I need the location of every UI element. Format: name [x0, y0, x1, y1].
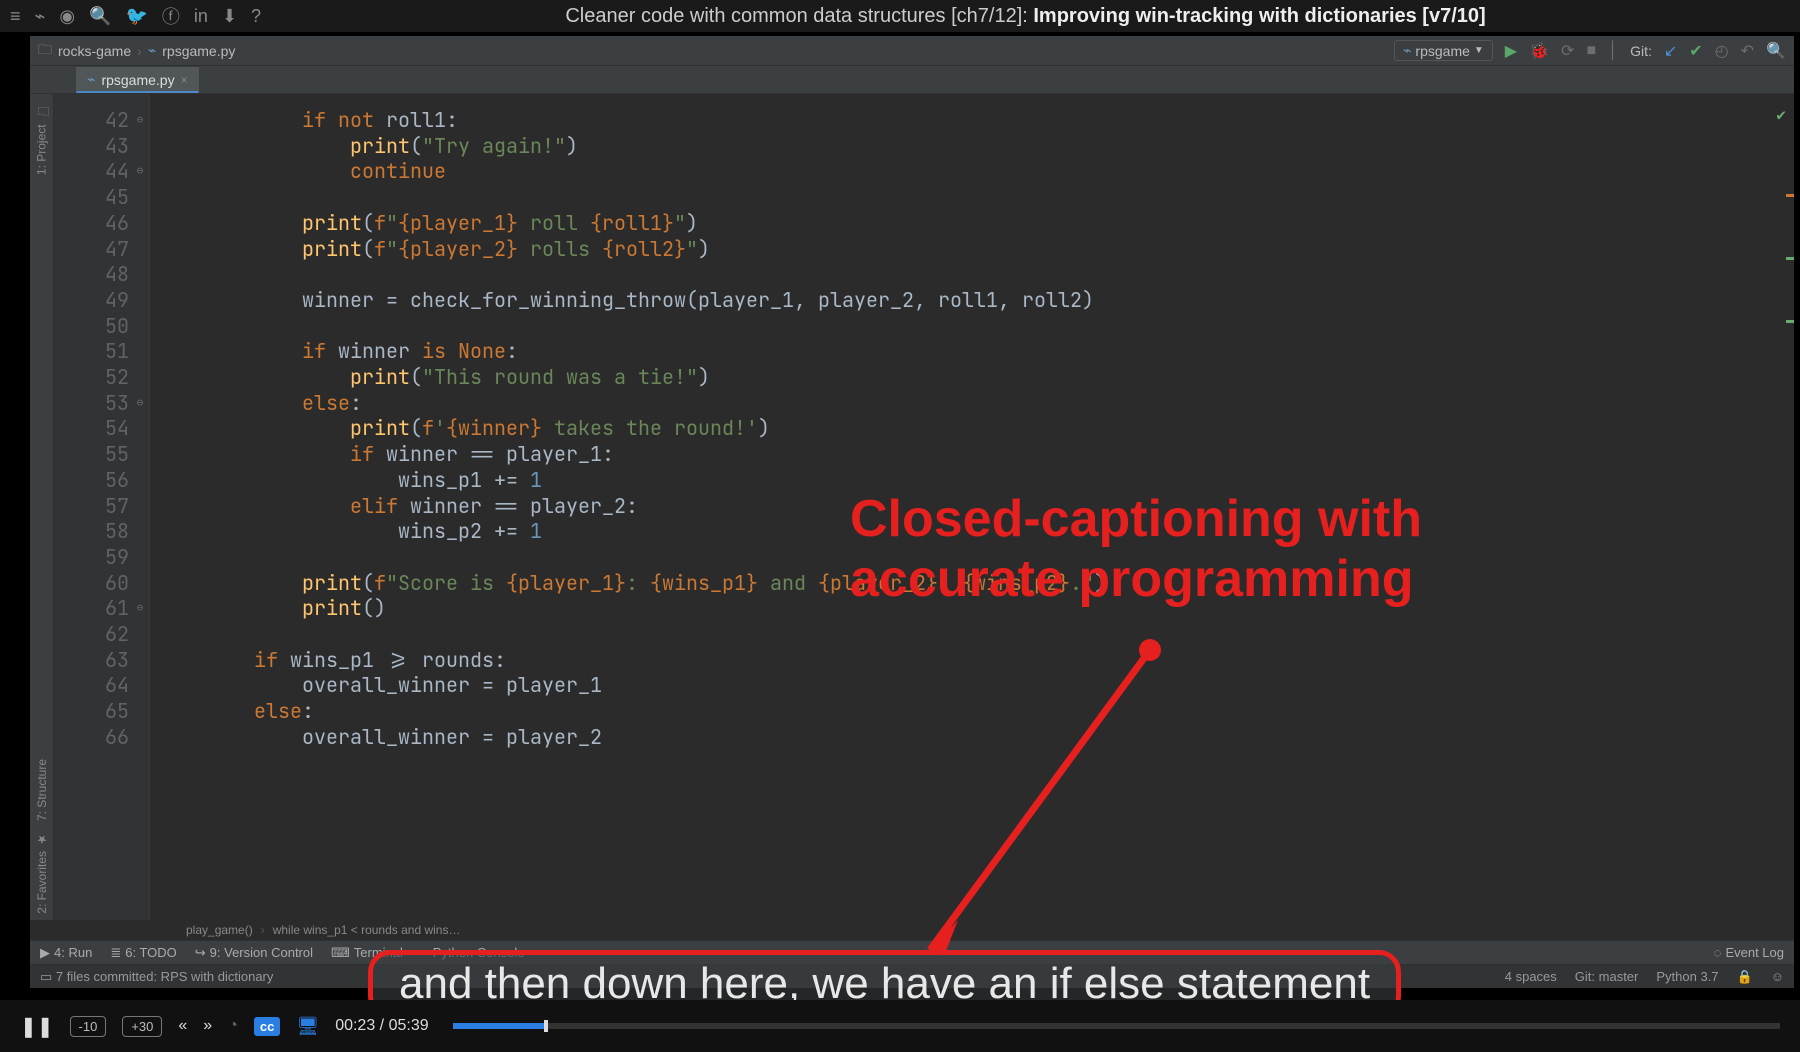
ide-window: 🗀 rocks-game › ⌁ rpsgame.py ⌁ rpsgame ▼ … — [30, 36, 1794, 988]
linkedin-icon[interactable]: in — [194, 6, 208, 27]
stop-icon[interactable]: ■ — [1586, 42, 1596, 60]
next-chapter-button[interactable]: » — [203, 1017, 212, 1035]
python-icon: ⌁ — [1403, 42, 1411, 59]
twitter-icon[interactable]: 🐦 — [126, 6, 148, 27]
tool-terminal[interactable]: ⌨ Terminal — [331, 945, 403, 961]
status-bar: ▭ 7 files committed: RPS with dictionary… — [30, 964, 1794, 988]
vcs-commit-icon[interactable]: ✔ — [1689, 41, 1702, 61]
monitor-icon[interactable]: 🖥 — [296, 1016, 319, 1037]
tool-structure[interactable]: 7: Structure — [35, 753, 49, 827]
disc-icon[interactable]: ◔ — [228, 1017, 238, 1035]
code-content[interactable]: if not roll1: print("Try again!") contin… — [150, 94, 1794, 920]
revert-icon[interactable]: ↶ — [1741, 41, 1754, 61]
python-icon: ⌁ — [87, 71, 95, 88]
search-everywhere-icon[interactable]: 🔍 — [1766, 41, 1786, 61]
chevron-right-icon: › — [261, 923, 265, 937]
tool-vcs[interactable]: ↪ 9: Version Control — [195, 945, 313, 961]
cc-toggle[interactable]: cc — [254, 1017, 280, 1036]
download-icon[interactable]: ⬇ — [222, 6, 237, 27]
titlebar-sys-icons: ≡ ⌁ ◉ 🔍 🐦 ⓕ in ⬇ ? — [10, 3, 261, 29]
tool-favorites[interactable]: 2: Favorites★ — [35, 827, 49, 920]
debug-icon[interactable]: 🐞 — [1529, 41, 1549, 61]
facebook-icon[interactable]: ⓕ — [162, 3, 180, 29]
tab-label: rpsgame.py — [101, 72, 174, 88]
run-toolbar: ⌁ rpsgame ▼ ▶ 🐞 ⟳ ■ │ Git: ↙ ✔ ◴ ↶ 🔍 — [1394, 40, 1786, 61]
pause-button[interactable]: ❚❚ — [20, 1014, 54, 1039]
vcs-update-icon[interactable]: ↙ — [1664, 41, 1677, 61]
status-branch[interactable]: Git: master — [1575, 969, 1639, 984]
breadcrumb[interactable]: 🗀 rocks-game › ⌁ rpsgame.py — [38, 39, 235, 63]
bottom-tool-bar: ▶ 4: Run ≣ 6: TODO ↪ 9: Version Control … — [30, 940, 1794, 964]
bell-icon[interactable]: ☺ — [1771, 969, 1784, 984]
error-stripe[interactable] — [1786, 194, 1794, 772]
breadcrumb-func[interactable]: play_game() — [186, 923, 253, 937]
lock-icon[interactable]: 🔒 — [1737, 969, 1753, 985]
help-icon[interactable]: ? — [251, 6, 261, 27]
chevron-right-icon: › — [137, 43, 142, 59]
github-icon[interactable]: ◉ — [59, 6, 75, 27]
git-label: Git: — [1630, 43, 1652, 59]
close-icon[interactable]: × — [181, 73, 188, 87]
course-title: Cleaner code with common data structures… — [261, 5, 1790, 28]
breadcrumb-context[interactable]: while wins_p1 < rounds and wins… — [273, 923, 461, 937]
coverage-icon[interactable]: ⟳ — [1561, 41, 1574, 61]
search-icon[interactable]: 🔍 — [89, 6, 111, 27]
status-indent[interactable]: 4 spaces — [1505, 969, 1557, 984]
status-notifications-icon[interactable]: ▭ — [40, 969, 52, 984]
status-interpreter[interactable]: Python 3.7 — [1656, 969, 1718, 984]
code-editor[interactable]: 4243444546474849505152535455565758596061… — [54, 94, 1794, 920]
breadcrumb-folder[interactable]: rocks-game — [58, 43, 131, 59]
divider: │ — [1608, 42, 1618, 60]
python-file-icon: ⌁ — [148, 42, 156, 59]
timecode: 00:23 / 05:39 — [335, 1017, 428, 1035]
inspection-ok-icon[interactable]: ✔ — [1776, 102, 1786, 128]
pin-icon[interactable]: ⌁ — [35, 6, 46, 27]
back-10-button[interactable]: -10 — [70, 1016, 107, 1037]
run-icon[interactable]: ▶ — [1505, 41, 1517, 61]
folder-icon: 🗀 — [38, 39, 52, 63]
history-icon[interactable]: ◴ — [1715, 41, 1729, 61]
video-player-controls: ❚❚ -10 +30 « » ◔ cc 🖥 00:23 / 05:39 — [0, 1000, 1800, 1052]
prev-chapter-button[interactable]: « — [178, 1017, 187, 1035]
tool-run[interactable]: ▶ 4: Run — [40, 945, 92, 961]
editor-tab-rpsgame[interactable]: ⌁ rpsgame.py × — [76, 67, 199, 93]
chevron-down-icon: ▼ — [1474, 45, 1484, 56]
os-titlebar: ≡ ⌁ ◉ 🔍 🐦 ⓕ in ⬇ ? Cleaner code with com… — [0, 0, 1800, 32]
editor-main: 1: Project🗀 7: Structure 2: Favorites★ 4… — [30, 94, 1794, 920]
left-tool-strip: 1: Project🗀 7: Structure 2: Favorites★ — [30, 94, 54, 920]
tool-event-log[interactable]: ◌ Event Log — [1714, 945, 1784, 960]
run-config-selector[interactable]: ⌁ rpsgame ▼ — [1394, 40, 1493, 61]
menu-icon[interactable]: ≡ — [10, 6, 21, 27]
status-message: 7 files committed: RPS with dictionary — [56, 969, 273, 984]
editor-tabs: ⌁ rpsgame.py × — [30, 66, 1794, 94]
forward-30-button[interactable]: +30 — [122, 1016, 162, 1037]
tool-todo[interactable]: ≣ 6: TODO — [110, 945, 176, 961]
line-number-gutter: 4243444546474849505152535455565758596061… — [54, 94, 150, 920]
tool-pyconsole[interactable]: ⌁ Python Console — [421, 945, 525, 961]
breadcrumb-file[interactable]: rpsgame.py — [162, 43, 235, 59]
tool-project[interactable]: 1: Project🗀 — [31, 94, 52, 181]
ide-top-toolbar: 🗀 rocks-game › ⌁ rpsgame.py ⌁ rpsgame ▼ … — [30, 36, 1794, 66]
progress-bar[interactable] — [453, 1023, 1780, 1029]
editor-breadcrumb[interactable]: play_game() › while wins_p1 < rounds and… — [30, 920, 1794, 940]
